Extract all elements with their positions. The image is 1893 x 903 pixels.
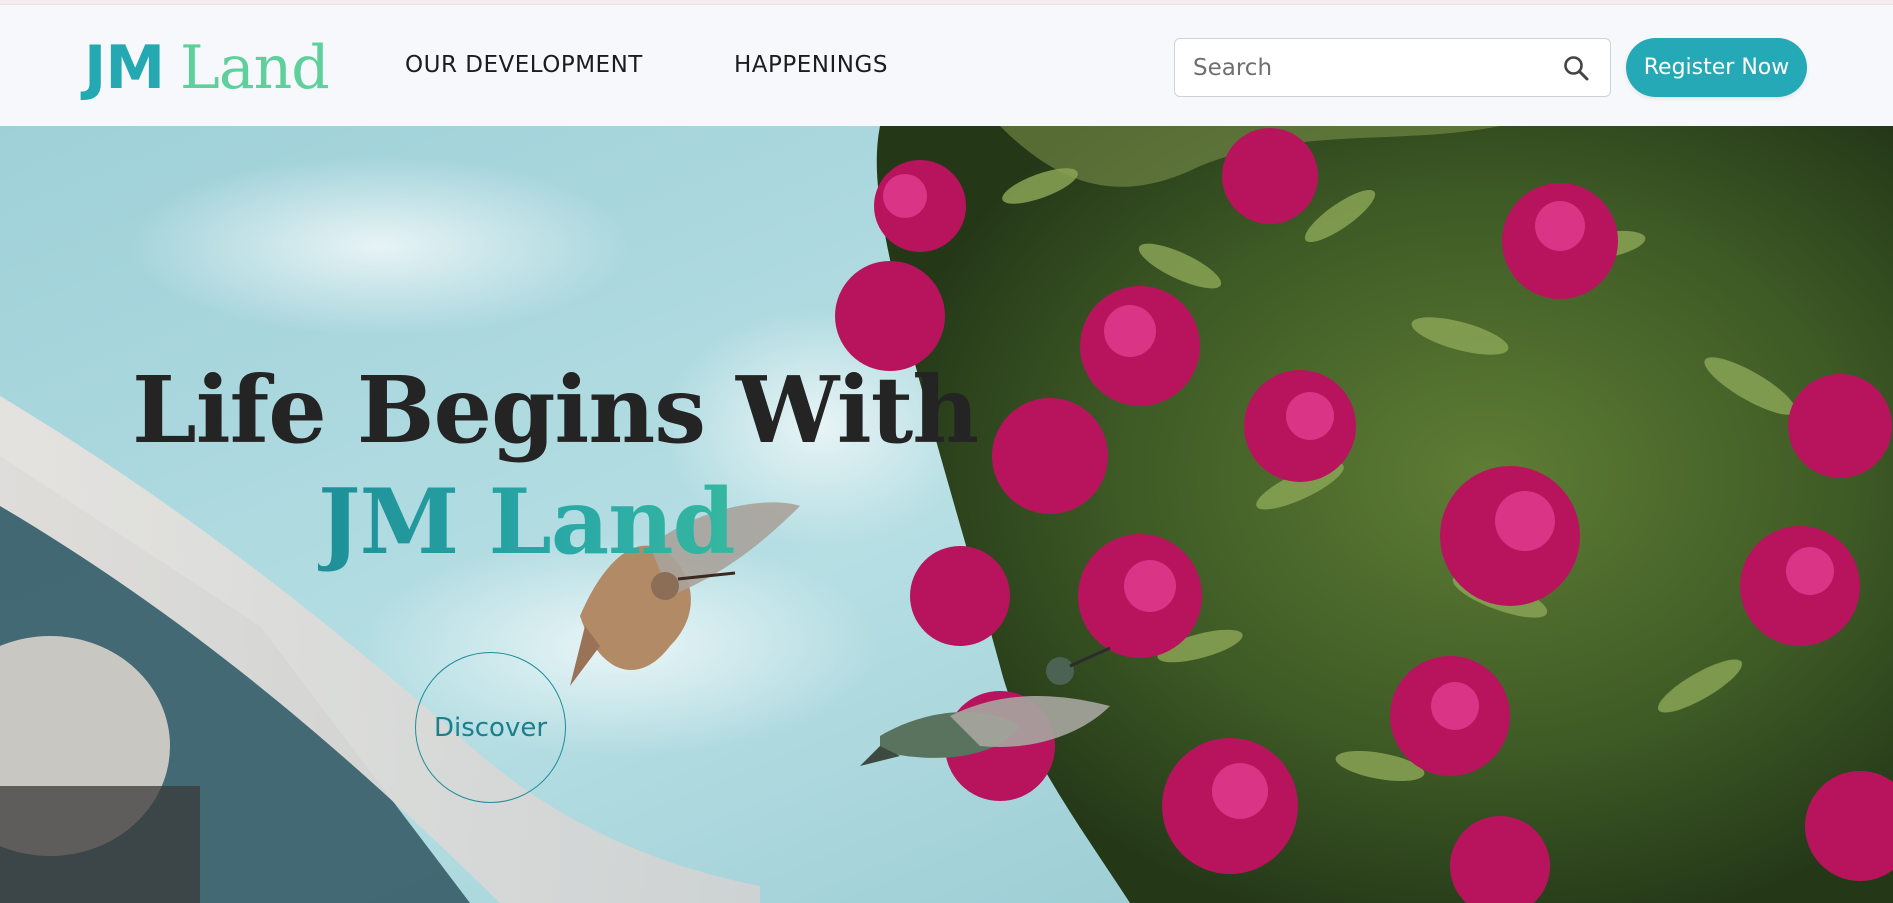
nav-our-development[interactable]: OUR DEVELOPMENT — [405, 52, 643, 78]
discover-button[interactable]: Discover — [415, 652, 566, 803]
site-logo[interactable]: JM Land — [84, 33, 330, 113]
hero-title-line2: JM Land — [318, 469, 736, 575]
logo-jm: JM — [84, 33, 165, 103]
site-header: JM Land OUR DEVELOPMENT HAPPENINGS Regis… — [0, 5, 1893, 126]
search-input[interactable] — [1193, 51, 1553, 85]
register-now-button[interactable]: Register Now — [1626, 38, 1807, 97]
logo-land: Land — [180, 33, 330, 103]
hero-section: Life Begins With JM Land Discover — [0, 126, 1893, 903]
hero-title-line1: Life Begins With — [132, 356, 979, 464]
search-box — [1174, 38, 1611, 97]
nav-happenings[interactable]: HAPPENINGS — [734, 52, 888, 78]
search-icon[interactable] — [1562, 54, 1590, 82]
hero-background-image — [0, 126, 1893, 903]
